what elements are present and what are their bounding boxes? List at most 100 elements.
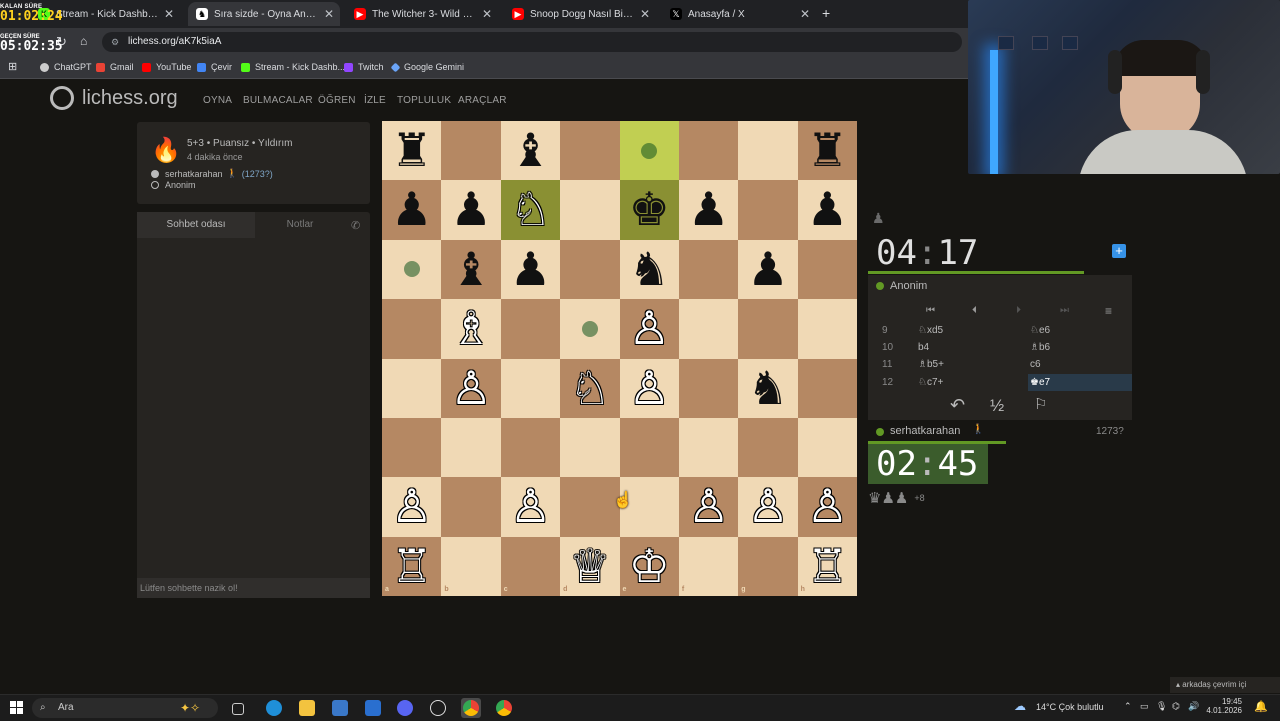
piece-f7[interactable]: ♟ — [679, 180, 738, 239]
offer-draw-button[interactable]: ½ — [990, 396, 1004, 416]
board-square-a3[interactable] — [382, 417, 442, 478]
black-move[interactable]: ♗b6 — [1028, 339, 1132, 356]
nav-tools[interactable]: ARAÇLAR — [458, 95, 507, 106]
board-square-b3[interactable] — [441, 417, 501, 478]
chrome-icon[interactable] — [463, 700, 479, 716]
apps-icon[interactable]: ⊞ — [8, 60, 17, 73]
piece-h7[interactable]: ♟ — [798, 180, 857, 239]
file-explorer-icon[interactable] — [299, 700, 315, 716]
board-square-g8[interactable] — [738, 121, 798, 181]
close-icon[interactable]: ✕ — [800, 7, 810, 21]
piece-d4[interactable]: ♘ — [560, 359, 619, 418]
resign-flag-icon[interactable]: ⚐ — [1034, 395, 1047, 413]
board-square-a4[interactable] — [382, 358, 442, 418]
taskbar-search[interactable]: ⌕ Ara ✦✧ — [32, 698, 218, 718]
board-square-d8[interactable] — [560, 121, 620, 181]
white-move[interactable]: ♗b5+ — [918, 356, 944, 373]
piece-c7[interactable]: ♘ — [501, 180, 560, 239]
prev-move-icon[interactable]: ⏴ — [972, 305, 977, 316]
board-square-b2[interactable] — [441, 477, 501, 537]
black-move[interactable]: c6 — [1028, 356, 1132, 373]
first-move-icon[interactable]: ⏮ — [926, 305, 935, 316]
nav-community[interactable]: TOPLULUK — [397, 95, 451, 106]
board-square-b1[interactable] — [441, 536, 501, 597]
white-move[interactable]: ♘c7+ — [918, 374, 943, 391]
piece-g6[interactable]: ♟ — [738, 240, 797, 299]
bookmark-twitch[interactable]: Twitch — [344, 60, 384, 74]
piece-h1[interactable]: ♖ — [798, 537, 857, 596]
friends-online[interactable]: ▴ arkadaş çevrim içi — [1170, 677, 1280, 693]
close-icon[interactable]: ✕ — [164, 7, 174, 21]
notification-bell-icon[interactable]: 🔔 — [1254, 700, 1268, 713]
next-move-icon[interactable]: ⏵ — [1016, 305, 1021, 316]
white-move[interactable]: ♘xd5 — [918, 322, 943, 339]
piece-b5[interactable]: ♗ — [441, 299, 500, 358]
chat-input[interactable]: Lütfen sohbette nazik ol! — [137, 578, 370, 598]
white-player-name[interactable]: serhatkarahan — [165, 169, 223, 179]
piece-a2[interactable]: ♙ — [382, 477, 441, 536]
board-square-g3[interactable] — [738, 417, 798, 478]
piece-a7[interactable]: ♟ — [382, 180, 441, 239]
board-square-d2[interactable] — [560, 477, 620, 537]
bookmark-chatgpt[interactable]: ChatGPT — [40, 60, 92, 74]
piece-g4[interactable]: ♞ — [738, 359, 797, 418]
legal-move-dot[interactable] — [581, 320, 598, 337]
board-square-b8[interactable] — [441, 121, 501, 181]
piece-c6[interactable]: ♟ — [501, 240, 560, 299]
nav-learn[interactable]: ÖĞREN — [318, 95, 356, 106]
tab-chat[interactable]: Sohbet odası — [137, 212, 255, 238]
chess-board[interactable]: ♜ ♝ ♜ ♟ ♟ ♘ ♚ ♟ ♟ ♝ ♟ ♞ ♟ ♗ ♙ ♙ ♘ ♙ ♞ ♙ ♙ ♙ ♙ ♙ ♖ ♕ ♔ ♖ 8 7 6 5 4 3 2 1 a b c d… — [382, 121, 858, 597]
store-icon[interactable] — [332, 700, 348, 716]
chrome-profile-icon[interactable] — [496, 700, 512, 716]
tray-app-icon[interactable]: ▭ — [1140, 701, 1149, 712]
home-icon[interactable]: ⌂ — [80, 34, 87, 48]
board-square-c4[interactable] — [500, 358, 561, 418]
board-square-f4[interactable] — [678, 358, 739, 418]
add-time-icon[interactable]: + — [1112, 244, 1126, 258]
tab-x[interactable]: 𝕏 Anasayfa / X ✕ — [662, 2, 816, 26]
site-info-icon[interactable]: ⚙ — [111, 32, 119, 52]
legal-move-dot[interactable] — [641, 142, 658, 159]
board-square-f8[interactable] — [678, 121, 739, 181]
nav-puzzles[interactable]: BULMACALAR — [243, 95, 313, 106]
black-move-current[interactable]: ♚e7 — [1028, 374, 1132, 391]
piece-e7[interactable]: ♚ — [620, 180, 679, 239]
board-square-d7[interactable] — [560, 180, 620, 240]
board-square-a5[interactable] — [382, 299, 442, 359]
menu-icon[interactable]: ≡ — [1105, 304, 1112, 318]
board-square-h4[interactable] — [797, 358, 858, 418]
player-name[interactable]: serhatkarahan — [890, 425, 960, 437]
white-move[interactable]: b4 — [918, 339, 929, 356]
site-logo[interactable]: lichess.org — [50, 86, 178, 110]
windows-start-icon[interactable] — [10, 701, 23, 714]
board-square-f3[interactable] — [678, 417, 739, 478]
piece-g2[interactable]: ♙ — [738, 477, 797, 536]
board-square-h3[interactable] — [797, 417, 858, 478]
piece-e1[interactable]: ♔ — [620, 537, 679, 596]
black-move[interactable]: ♘e6 — [1028, 322, 1132, 339]
board-square-f5[interactable] — [678, 299, 739, 359]
board-square-f6[interactable] — [678, 239, 739, 300]
nav-play[interactable]: OYNA — [203, 95, 232, 106]
piece-b7[interactable]: ♟ — [441, 180, 500, 239]
tab-lichess[interactable]: ♞ Sıra sizde - Oyna Anon. • liches ✕ — [188, 2, 340, 26]
bookmark-gmail[interactable]: Gmail — [96, 60, 134, 74]
bookmark-cevir[interactable]: Çevir — [197, 60, 232, 74]
board-square-d3[interactable] — [560, 417, 620, 478]
discord-icon[interactable] — [397, 700, 413, 716]
piece-a8[interactable]: ♜ — [382, 121, 441, 180]
board-square-c3[interactable] — [500, 417, 561, 478]
piece-h8[interactable]: ♜ — [798, 121, 857, 180]
new-tab-icon[interactable]: + — [822, 5, 830, 21]
takeback-icon[interactable]: ↶ — [950, 395, 965, 416]
steam-icon[interactable] — [430, 700, 446, 716]
bookmark-youtube[interactable]: YouTube — [142, 60, 191, 74]
piece-b4[interactable]: ♙ — [441, 359, 500, 418]
task-view-icon[interactable] — [232, 703, 244, 715]
tab-witcher[interactable]: ▶ The Witcher 3- Wild Hunt OST ✕ — [346, 2, 498, 26]
tray-chevron-icon[interactable]: ⌃ — [1124, 701, 1132, 712]
piece-b6[interactable]: ♝ — [441, 240, 500, 299]
board-square-f1[interactable] — [678, 536, 739, 597]
phone-icon[interactable]: ✆ — [351, 219, 360, 232]
clock[interactable]: 19:45 4.01.2026 — [1206, 697, 1242, 715]
